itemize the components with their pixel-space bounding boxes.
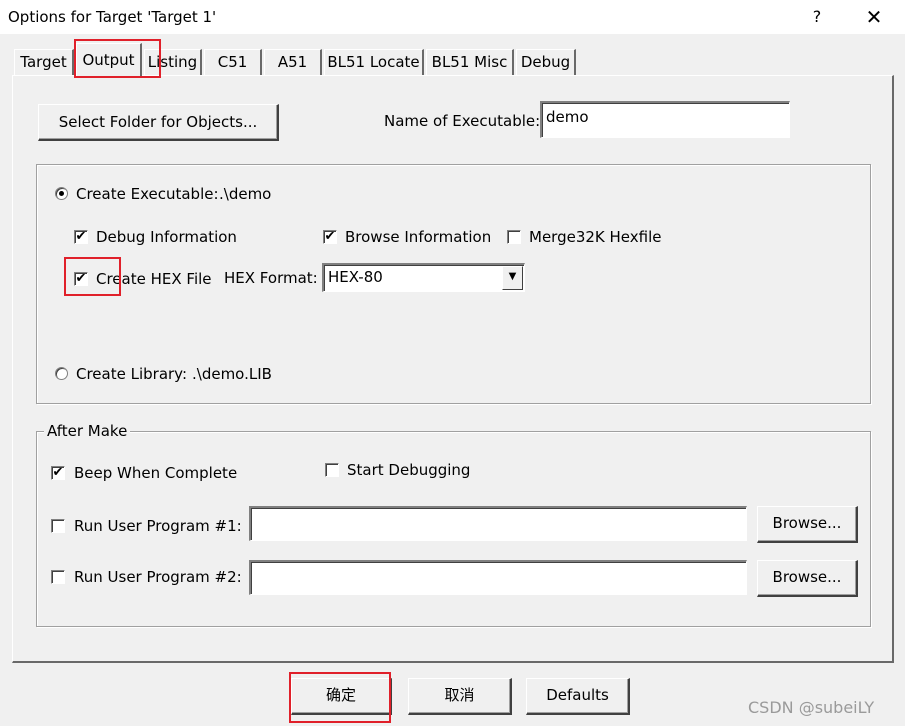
create-library-radio[interactable]	[55, 367, 68, 380]
run-user-program-2-checkbox[interactable]	[51, 570, 65, 584]
dropdown-arrow-icon[interactable]: ▼	[502, 266, 523, 290]
close-button[interactable]: ✕	[852, 2, 896, 32]
defaults-button[interactable]: Defaults	[526, 678, 630, 715]
debug-information-label: Debug Information	[96, 228, 237, 246]
create-executable-radio[interactable]	[55, 187, 68, 200]
tab-bl51-locate[interactable]: BL51 Locate	[324, 49, 424, 75]
hex-format-value: HEX-80	[328, 268, 383, 286]
browse-information-label: Browse Information	[345, 228, 492, 246]
tab-output[interactable]: Output	[76, 43, 142, 77]
hex-format-label: HEX Format:	[224, 269, 318, 287]
start-debugging-label: Start Debugging	[347, 461, 471, 479]
browse-program-1-button[interactable]: Browse...	[757, 506, 858, 543]
help-button[interactable]: ?	[800, 2, 834, 32]
window-title: Options for Target 'Target 1'	[8, 8, 217, 26]
tab-target[interactable]: Target	[14, 49, 74, 75]
beep-when-complete-checkbox[interactable]: ✔	[51, 466, 65, 480]
name-of-executable-input[interactable]: demo	[540, 101, 790, 138]
start-debugging-checkbox[interactable]	[325, 463, 339, 477]
ok-button[interactable]: 确定	[291, 678, 392, 715]
tab-c51[interactable]: C51	[204, 49, 262, 75]
run-user-program-1-label: Run User Program #1:	[74, 517, 242, 535]
hex-format-select[interactable]: HEX-80 ▼	[322, 263, 525, 292]
create-library-label: Create Library:	[76, 365, 188, 383]
after-make-legend: After Make	[44, 422, 131, 440]
beep-when-complete-label: Beep When Complete	[74, 464, 238, 482]
run-user-program-2-label: Run User Program #2:	[74, 568, 242, 586]
merge32k-hexfile-label: Merge32K Hexfile	[529, 228, 662, 246]
run-user-program-1-checkbox[interactable]	[51, 519, 65, 533]
cancel-button[interactable]: 取消	[408, 678, 512, 715]
create-library-path: .\demo.LIB	[192, 365, 272, 383]
create-hex-file-label: Create HEX File	[96, 270, 212, 288]
merge32k-hexfile-checkbox[interactable]	[507, 230, 521, 244]
name-of-executable-label: Name of Executable:	[384, 112, 541, 130]
run-user-program-1-input[interactable]	[249, 506, 747, 541]
tab-bl51-misc[interactable]: BL51 Misc	[426, 49, 514, 75]
watermark: CSDN @subeiLY	[748, 698, 875, 717]
run-user-program-2-input[interactable]	[249, 560, 747, 595]
select-folder-button[interactable]: Select Folder for Objects...	[38, 104, 279, 141]
tab-a51[interactable]: A51	[264, 49, 322, 75]
create-executable-path: .\demo	[219, 185, 272, 203]
browse-information-checkbox[interactable]: ✔	[323, 230, 337, 244]
create-executable-label: Create Executable:	[76, 185, 219, 203]
tab-listing[interactable]: Listing	[144, 49, 202, 75]
browse-program-2-button[interactable]: Browse...	[757, 560, 858, 597]
title-bar: Options for Target 'Target 1' ? ✕	[0, 0, 905, 34]
create-hex-file-checkbox[interactable]: ✔	[74, 272, 88, 286]
tab-debug[interactable]: Debug	[516, 49, 576, 75]
debug-information-checkbox[interactable]: ✔	[74, 230, 88, 244]
